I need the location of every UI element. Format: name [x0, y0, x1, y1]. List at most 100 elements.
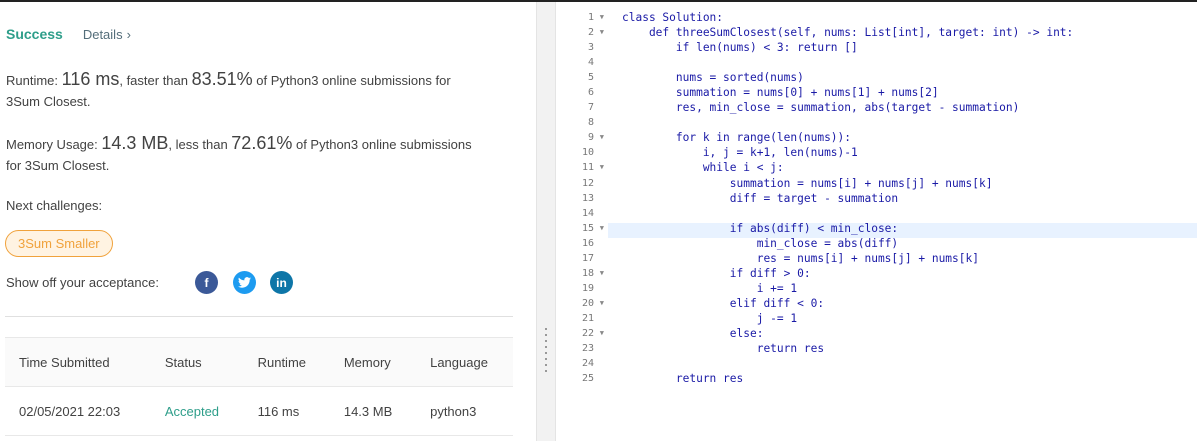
line-number: 6: [587, 87, 594, 99]
success-status: Success: [6, 26, 63, 42]
runtime-value: 116 ms: [61, 69, 120, 89]
chevron-right-icon: ›: [126, 27, 131, 42]
line-number: 2 ▼: [556, 25, 608, 40]
fold-arrow-icon[interactable]: ▼: [600, 25, 604, 40]
challenge-3sum-smaller[interactable]: 3Sum Smaller: [5, 230, 113, 257]
line-number: 24: [581, 358, 594, 370]
fold-arrow-icon[interactable]: ▼: [600, 326, 604, 341]
code-line[interactable]: [622, 356, 1197, 371]
twitter-bird-glyph: [238, 277, 251, 288]
line-number: 4: [587, 57, 594, 69]
code-line[interactable]: def threeSumClosest(self, nums: List[int…: [622, 25, 1197, 40]
fold-arrow-icon[interactable]: ▼: [600, 221, 604, 236]
runtime-line2: 3Sum Closest.: [6, 94, 91, 109]
line-number: 9 ▼: [556, 130, 608, 145]
submission-panel: Success Details › Runtime: 116 ms, faster…: [0, 2, 536, 441]
line-number: 25: [581, 373, 594, 385]
memory-percent: 72.61%: [231, 133, 293, 153]
line-number: 1 ▼: [556, 10, 608, 25]
code-line[interactable]: for k in range(len(nums)):: [622, 130, 1197, 145]
line-number-gutter: 1 ▼ 2 ▼ 3 4 5 6 7 8 9 ▼ 10 11 ▼ 12 13 14 15 ▼ 16 17 18 ▼ 19 20 ▼ 21…: [556, 10, 608, 386]
result-header: Success Details ›: [6, 26, 131, 42]
facebook-icon[interactable]: f: [195, 271, 218, 294]
header-runtime[interactable]: Runtime: [244, 338, 330, 387]
code-line[interactable]: j -= 1: [622, 311, 1197, 326]
line-number: 13: [581, 192, 594, 204]
code-line[interactable]: class Solution:: [622, 10, 1197, 25]
line-number: 15 ▼: [556, 221, 608, 236]
fold-arrow-icon[interactable]: ▼: [600, 296, 604, 311]
header-language[interactable]: Language: [416, 338, 513, 387]
submissions-table: Time Submitted Status Runtime Memory Lan…: [5, 337, 513, 436]
line-number: 17: [581, 252, 594, 264]
line-number: 5: [587, 72, 594, 84]
code-line[interactable]: [622, 55, 1197, 70]
table-header-row: Time Submitted Status Runtime Memory Lan…: [5, 337, 513, 387]
code-line[interactable]: min_close = abs(diff): [622, 236, 1197, 251]
section-divider: [5, 316, 513, 317]
line-number: 3: [587, 42, 594, 54]
linkedin-icon[interactable]: in: [270, 271, 293, 294]
runtime-prefix: Runtime:: [6, 73, 62, 88]
cell-runtime: 116 ms: [257, 403, 300, 419]
code-line[interactable]: res, min_close = summation, abs(target -…: [622, 100, 1197, 115]
twitter-icon[interactable]: [233, 271, 256, 294]
line-number: 14: [581, 207, 594, 219]
header-time-submitted[interactable]: Time Submitted: [5, 338, 151, 387]
fold-arrow-icon[interactable]: ▼: [600, 130, 604, 145]
share-label: Show off your acceptance:: [6, 275, 159, 290]
memory-value: 14.3 MB: [101, 133, 169, 153]
code-line[interactable]: [622, 115, 1197, 130]
code-line[interactable]: [622, 206, 1197, 221]
code-line[interactable]: nums = sorted(nums): [622, 70, 1197, 85]
code-line[interactable]: i, j = k+1, len(nums)-1: [622, 145, 1197, 160]
code-line[interactable]: return res: [622, 371, 1197, 386]
code-editor[interactable]: 1 ▼ 2 ▼ 3 4 5 6 7 8 9 ▼ 10 11 ▼ 12 13 14 15 ▼ 16 17 18 ▼ 19 20 ▼ 21…: [556, 2, 1197, 441]
code-line[interactable]: else:: [622, 326, 1197, 341]
line-number: 8: [587, 117, 594, 129]
code-line[interactable]: summation = nums[0] + nums[1] + nums[2]: [622, 85, 1197, 100]
line-number: 10: [581, 147, 594, 159]
line-number: 16: [581, 237, 594, 249]
cell-time-submitted: 02/05/2021 22:03: [19, 403, 121, 419]
runtime-percent: 83.51%: [191, 69, 253, 89]
cell-status[interactable]: Accepted: [151, 387, 244, 436]
header-memory[interactable]: Memory: [330, 338, 416, 387]
line-number: 23: [581, 343, 594, 355]
line-number: 20 ▼: [556, 296, 608, 311]
code-line[interactable]: summation = nums[i] + nums[j] + nums[k]: [622, 176, 1197, 191]
code-line[interactable]: while i < j:: [622, 160, 1197, 175]
code-line[interactable]: if abs(diff) < min_close:: [622, 221, 1197, 236]
code-line[interactable]: if len(nums) < 3: return []: [622, 40, 1197, 55]
cell-language: python3: [430, 403, 477, 419]
runtime-middle: , faster than: [119, 73, 192, 88]
code-line[interactable]: res = nums[i] + nums[j] + nums[k]: [622, 251, 1197, 266]
fold-arrow-icon[interactable]: ▼: [600, 10, 604, 25]
line-number: 19: [581, 282, 594, 294]
runtime-stat: Runtime: 116 ms, faster than 83.51% of P…: [6, 69, 506, 112]
memory-middle: , less than: [168, 137, 232, 152]
code-line[interactable]: if diff > 0:: [622, 266, 1197, 281]
fold-arrow-icon[interactable]: ▼: [600, 160, 604, 175]
table-row[interactable]: 02/05/2021 22:03 Accepted 116 ms 14.3 MB…: [5, 387, 513, 436]
splitter-grip-icon[interactable]: [545, 328, 547, 372]
panel-splitter[interactable]: [536, 2, 556, 441]
cell-memory: 14.3 MB: [343, 403, 393, 419]
code-line[interactable]: diff = target - summation: [622, 191, 1197, 206]
line-number: 22 ▼: [556, 326, 608, 341]
fold-arrow-icon[interactable]: ▼: [600, 266, 604, 281]
details-link[interactable]: Details ›: [83, 27, 131, 42]
header-status[interactable]: Status: [151, 338, 244, 387]
line-number: 18 ▼: [556, 266, 608, 281]
memory-suffix: of Python3 online submissions: [292, 137, 472, 152]
code-line[interactable]: elif diff < 0:: [622, 296, 1197, 311]
details-label: Details: [82, 27, 123, 42]
code-line[interactable]: i += 1: [622, 281, 1197, 296]
memory-line2: for 3Sum Closest.: [6, 158, 110, 173]
code-lines[interactable]: class Solution: def threeSumClosest(self…: [622, 10, 1197, 386]
line-number: 12: [581, 177, 594, 189]
line-number: 21: [581, 312, 594, 324]
code-line[interactable]: return res: [622, 341, 1197, 356]
next-challenges-label: Next challenges:: [6, 198, 103, 213]
memory-stat: Memory Usage: 14.3 MB, less than 72.61% …: [6, 133, 506, 176]
